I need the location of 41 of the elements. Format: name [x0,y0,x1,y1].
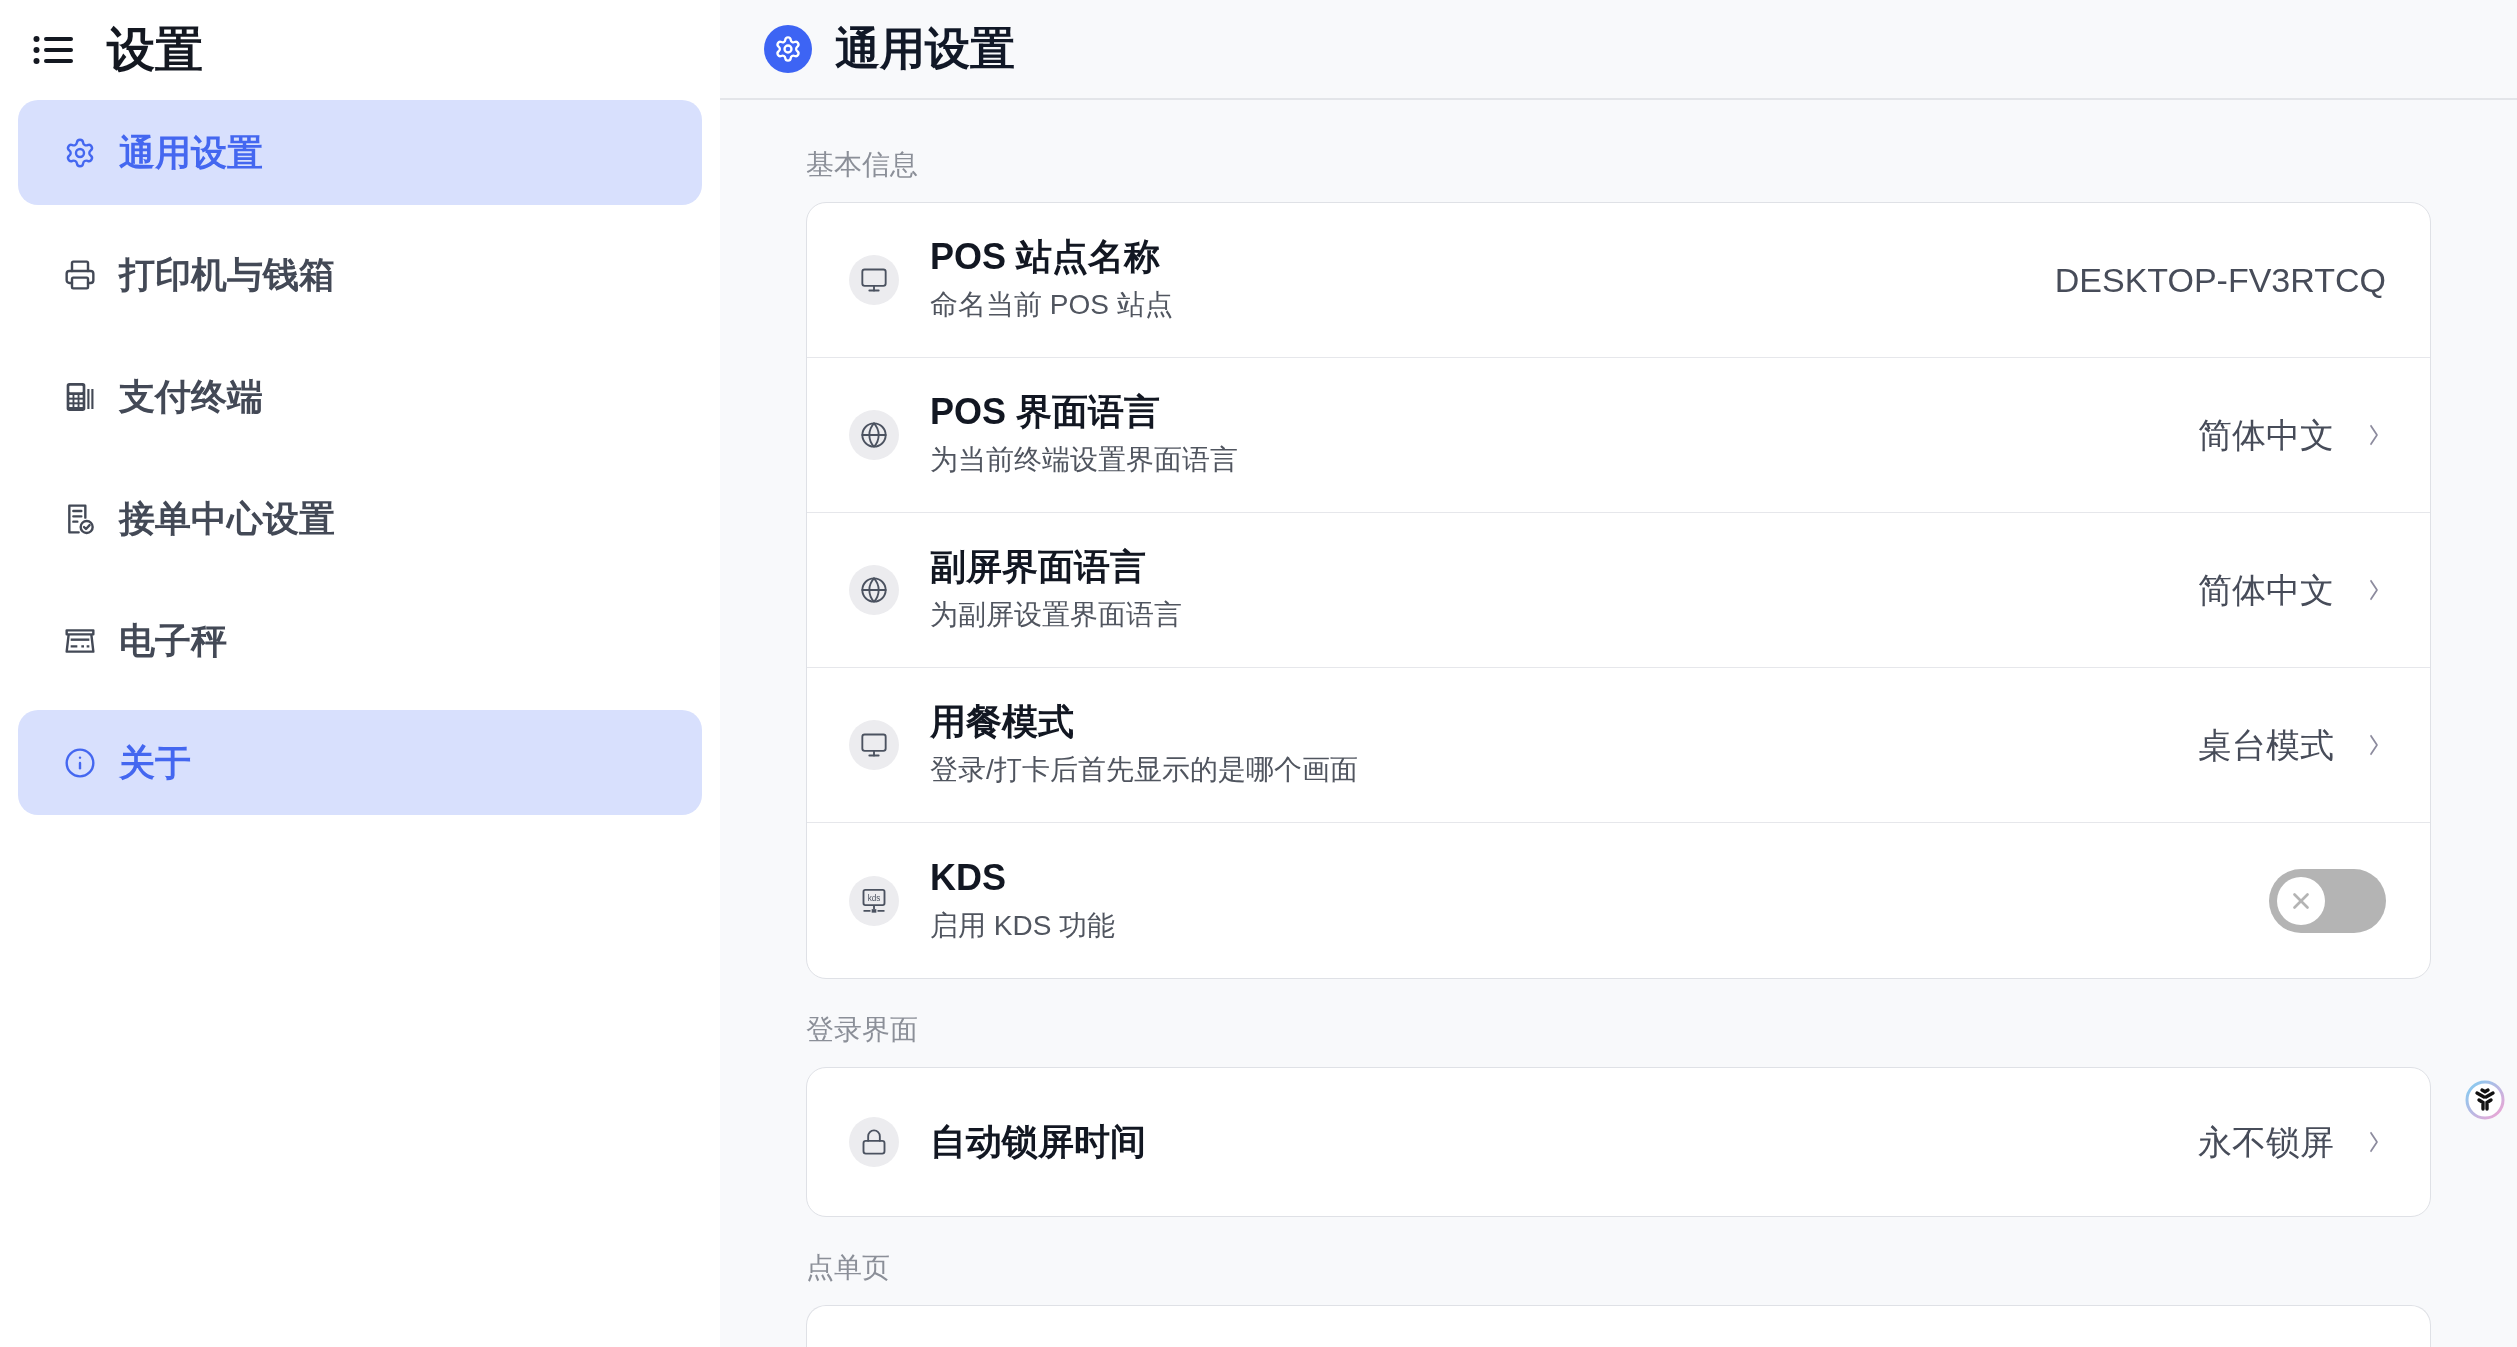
setting-description: 为当前终端设置界面语言 [930,443,1238,477]
monitor-icon [849,255,899,305]
sidebar-item[interactable]: 通用设置 [18,100,702,205]
info-icon [64,746,96,779]
settings-icon [764,25,812,73]
setting-title: KDS [930,855,1006,900]
setting-title: POS 界面语言 [930,390,1161,434]
setting-title: POS 站点名称 [930,235,1161,279]
setting-value: DESKTOP-FV3RTCQ [2054,261,2386,299]
globe-icon [849,410,899,460]
setting-description: 启用 KDS 功能 [930,908,1116,943]
section-label: 登录界面 [806,1013,918,1047]
sidebar-item[interactable]: 支付终端 [18,344,702,449]
sidebar-title: 设置 [107,22,203,78]
sidebar-item[interactable]: 电子秤 [18,588,702,693]
printer-icon [64,258,96,291]
setting-title: 副屏界面语言 [930,545,1146,589]
section-label: 基本信息 [806,148,918,182]
setting-description: 登录/打卡后首先显示的是哪个画面 [930,753,1358,787]
sidebar-item[interactable]: 关于 [18,710,702,815]
monitor-icon [849,720,899,770]
lock-icon [849,1117,899,1167]
menu-icon[interactable] [33,35,73,65]
setting-value: 永不锁屏 [2198,1122,2334,1163]
ring-emblem-icon[interactable] [2465,1080,2505,1120]
globe-icon [849,565,899,615]
payment-terminal-icon [64,380,96,413]
x-icon [2277,876,2325,925]
kds-monitor-icon: kds [849,875,899,926]
section-label: 点单页 [806,1251,890,1285]
setting-title: 用餐模式 [930,700,1074,744]
setting-value: 简体中文 [2198,415,2334,456]
setting-value: 桌台模式 [2198,725,2334,766]
setting-description: 命名当前 POS 站点 [930,288,1173,322]
sidebar-item[interactable]: 接单中心设置 [18,466,702,571]
sidebar-item[interactable]: 打印机与钱箱 [18,222,702,327]
settings-icon [64,136,96,169]
setting-title: 自动锁屏时间 [930,1120,1146,1164]
setting-description: 为副屏设置界面语言 [930,598,1182,632]
page-title: 通用设置 [835,22,1015,76]
setting-value: 简体中文 [2198,570,2334,611]
